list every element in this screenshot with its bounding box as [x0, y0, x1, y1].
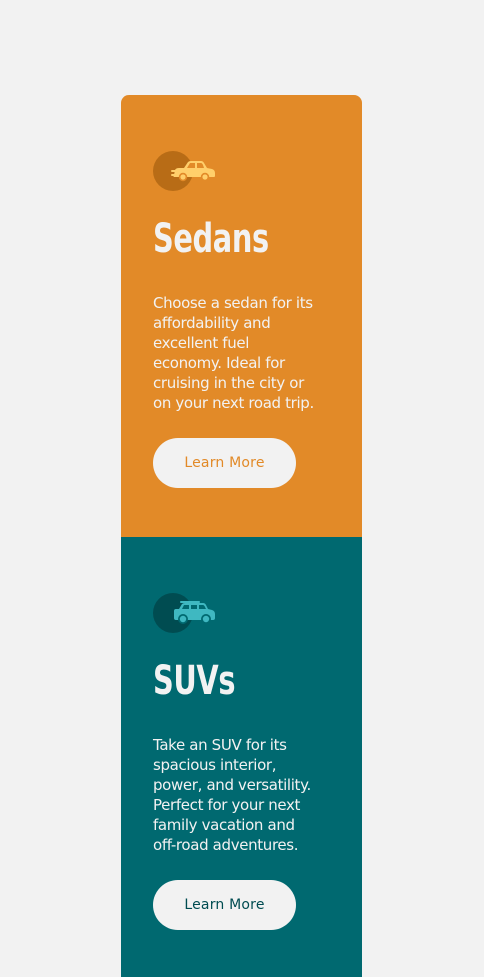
sedan-card-description: Choose a sedan for its affordability and…	[153, 294, 314, 412]
vehicle-cards: Sedans Choose a sedan for its affordabil…	[121, 95, 362, 977]
sedan-card-title: Sedans	[153, 216, 269, 262]
suv-card: SUVs Take an SUV for its spacious interi…	[121, 537, 362, 977]
suv-icon-wrap	[153, 593, 219, 633]
suv-car-icon	[174, 601, 215, 624]
sedan-car-icon	[171, 161, 215, 182]
sedan-icon-wrap	[153, 151, 219, 191]
sedan-card: Sedans Choose a sedan for its affordabil…	[121, 95, 362, 537]
suv-learn-more-button[interactable]: Learn More	[153, 880, 296, 930]
suv-card-description: Take an SUV for its spacious interior, p…	[153, 736, 311, 854]
suv-card-title: SUVs	[153, 658, 236, 704]
sedan-learn-more-button[interactable]: Learn More	[153, 438, 296, 488]
